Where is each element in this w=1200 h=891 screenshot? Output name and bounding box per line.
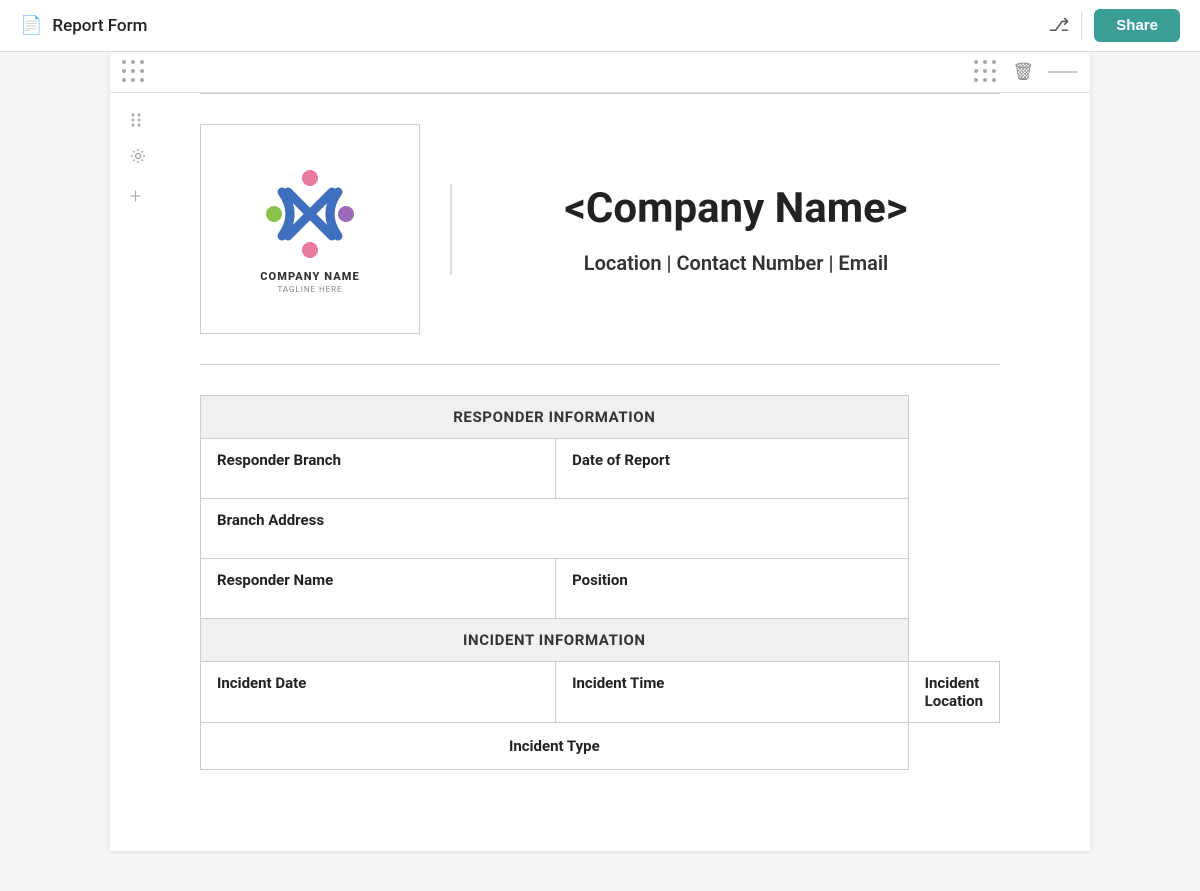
toolbar-left: 📄 Report Form xyxy=(20,15,147,36)
responder-header-row: RESPONDER INFORMATION xyxy=(201,396,1000,439)
incident-section-header: INCIDENT INFORMATION xyxy=(201,619,909,662)
toolbar-right: ⎇ Share xyxy=(1049,9,1180,42)
page-toolbar-right: 🗑 xyxy=(974,60,1078,84)
page-drag-handle[interactable] xyxy=(122,60,146,84)
drag-dots-icon[interactable] xyxy=(130,112,146,132)
responder-branch-row: Responder Branch Date of Report xyxy=(201,439,1000,499)
responder-branch-label: Responder Branch xyxy=(201,439,556,499)
company-tagline: TAGLINE HERE xyxy=(277,285,342,294)
document-icon: 📄 xyxy=(20,15,42,36)
responder-name-label: Responder Name xyxy=(201,559,556,619)
company-info: <Company Name> Location | Contact Number… xyxy=(450,184,1000,275)
branch-address-label: Branch Address xyxy=(201,499,909,559)
incident-time-label: Incident Time xyxy=(556,662,909,723)
company-name: <Company Name> xyxy=(564,184,907,233)
share-button[interactable]: Share xyxy=(1094,9,1180,42)
company-logo-svg xyxy=(260,164,360,264)
trash-icon[interactable]: 🗑 xyxy=(1012,62,1034,82)
logo-box: COMPANY NAME TAGLINE HERE xyxy=(200,124,420,334)
company-logo-label: COMPANY NAME xyxy=(260,270,360,283)
toolbar-divider xyxy=(1081,12,1082,40)
left-sidebar: + xyxy=(130,112,146,208)
company-details: Location | Contact Number | Email xyxy=(584,251,888,275)
page-content: COMPANY NAME TAGLINE HERE <Company Name>… xyxy=(110,93,1090,810)
incident-date-row: Incident Date Incident Time Incident Loc… xyxy=(201,662,1000,723)
form-table: RESPONDER INFORMATION Responder Branch D… xyxy=(200,395,1000,770)
incident-type-label: Incident Type xyxy=(201,723,909,770)
responder-name-row: Responder Name Position xyxy=(201,559,1000,619)
incident-location-label: Incident Location xyxy=(908,662,999,723)
toolbar-title: Report Form xyxy=(52,16,147,36)
settings-icon[interactable] xyxy=(130,148,146,168)
add-icon[interactable]: + xyxy=(130,184,146,208)
position-label: Position xyxy=(556,559,909,619)
line-icon xyxy=(1048,71,1078,73)
grid-icon[interactable] xyxy=(974,60,998,84)
date-of-report-label: Date of Report xyxy=(556,439,909,499)
top-divider xyxy=(200,93,1000,94)
page-toolbar-strip: 🗑 xyxy=(110,52,1090,93)
canvas-area: 🗑 + xyxy=(0,52,1200,891)
header-section: COMPANY NAME TAGLINE HERE <Company Name>… xyxy=(200,124,1000,334)
incident-date-label: Incident Date xyxy=(201,662,556,723)
responder-section-header: RESPONDER INFORMATION xyxy=(201,396,909,439)
section-divider xyxy=(200,364,1000,365)
tag-icon[interactable]: ⎇ xyxy=(1049,15,1070,36)
toolbar: 📄 Report Form ⎇ Share xyxy=(0,0,1200,52)
incident-header-row: INCIDENT INFORMATION xyxy=(201,619,1000,662)
logo-svg-wrap: COMPANY NAME TAGLINE HERE xyxy=(260,164,360,294)
page: 🗑 + xyxy=(110,52,1090,851)
incident-type-row: Incident Type xyxy=(201,723,1000,770)
branch-address-row: Branch Address xyxy=(201,499,1000,559)
